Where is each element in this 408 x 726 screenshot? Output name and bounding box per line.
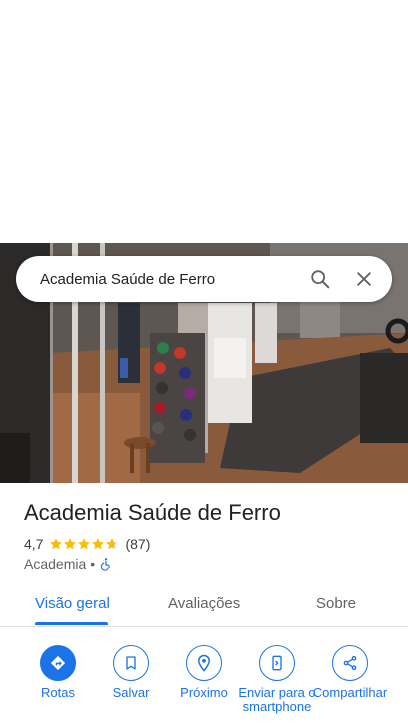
directions-icon (40, 645, 76, 681)
tab-overview[interactable]: Visão geral (35, 595, 110, 612)
search-bar[interactable]: Academia Saúde de Ferro (16, 256, 392, 302)
star-icon (78, 538, 91, 550)
separator: • (90, 556, 96, 572)
place-title: Academia Saúde de Ferro (24, 500, 281, 525)
review-count[interactable]: (87) (125, 536, 150, 552)
action-buttons: Rotas Salvar Próximo Enviar para o smart… (0, 645, 408, 726)
tab-about[interactable]: Sobre (316, 595, 356, 612)
category-label: Academia (24, 556, 87, 572)
star-icon (92, 538, 105, 550)
star-icon (64, 538, 77, 550)
search-input[interactable]: Academia Saúde de Ferro (16, 271, 298, 288)
star-icon (50, 538, 63, 550)
nearby-icon (186, 645, 222, 681)
rating-value: 4,7 (24, 536, 44, 552)
star-half-icon (106, 538, 119, 550)
tab-bar: Visão geral Avaliações Sobre (0, 585, 408, 627)
active-tab-indicator (35, 622, 108, 625)
wheelchair-accessible-icon (101, 558, 111, 571)
map-area-blank (0, 0, 408, 243)
close-icon[interactable] (342, 257, 386, 301)
tab-reviews[interactable]: Avaliações (168, 595, 240, 612)
share-icon (332, 645, 368, 681)
rating-row[interactable]: 4,7 (87) (24, 536, 150, 552)
category-row: Academia • (24, 556, 113, 572)
share-button[interactable]: Compartilhar (305, 645, 395, 700)
star-rating (49, 537, 119, 551)
send-to-phone-icon (259, 645, 295, 681)
share-label: Compartilhar (312, 685, 388, 700)
bookmark-icon (113, 645, 149, 681)
search-icon[interactable] (298, 257, 342, 301)
